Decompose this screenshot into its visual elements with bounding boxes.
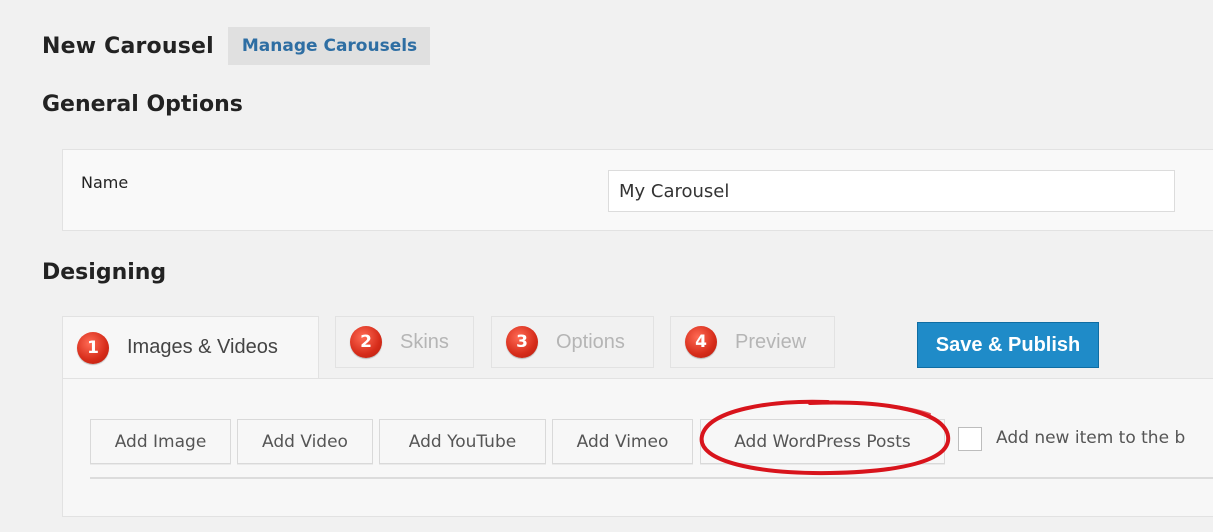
save-publish-button[interactable]: Save & Publish — [917, 322, 1099, 368]
add-video-button[interactable]: Add Video — [237, 419, 373, 464]
add-new-item-label: Add new item to the b — [996, 428, 1186, 448]
add-youtube-button[interactable]: Add YouTube — [379, 419, 546, 464]
images-videos-panel: Add Image Add Video Add YouTube Add Vime… — [62, 378, 1213, 517]
step-4-badge-icon: 4 — [685, 326, 717, 358]
designing-heading: Designing — [42, 260, 167, 285]
divider — [90, 477, 1213, 479]
add-image-button[interactable]: Add Image — [90, 419, 231, 464]
step-1-badge-icon: 1 — [77, 331, 109, 364]
add-wordpress-posts-button[interactable]: Add WordPress Posts — [700, 419, 945, 464]
tab-options[interactable]: 3 Options — [491, 316, 654, 368]
step-3-badge-icon: 3 — [506, 326, 538, 358]
add-vimeo-button[interactable]: Add Vimeo — [552, 419, 693, 464]
tab-label: Skins — [400, 330, 449, 353]
name-label: Name — [81, 173, 129, 192]
general-options-panel: Name — [62, 149, 1213, 231]
name-input[interactable] — [608, 170, 1175, 212]
tab-images-videos[interactable]: 1 Images & Videos — [62, 316, 319, 379]
manage-carousels-link[interactable]: Manage Carousels — [227, 27, 431, 65]
general-options-heading: General Options — [42, 92, 243, 117]
tab-skins[interactable]: 2 Skins — [335, 316, 474, 368]
step-2-badge-icon: 2 — [350, 326, 382, 358]
tab-preview[interactable]: 4 Preview — [670, 316, 835, 368]
tab-label: Images & Videos — [127, 336, 278, 358]
tab-label: Preview — [735, 330, 807, 353]
add-new-item-checkbox[interactable] — [958, 427, 982, 451]
page-header: New Carousel Manage Carousels — [42, 26, 431, 66]
page: New Carousel Manage Carousels General Op… — [0, 0, 1213, 532]
page-title: New Carousel — [42, 33, 214, 59]
tab-label: Options — [556, 330, 625, 353]
